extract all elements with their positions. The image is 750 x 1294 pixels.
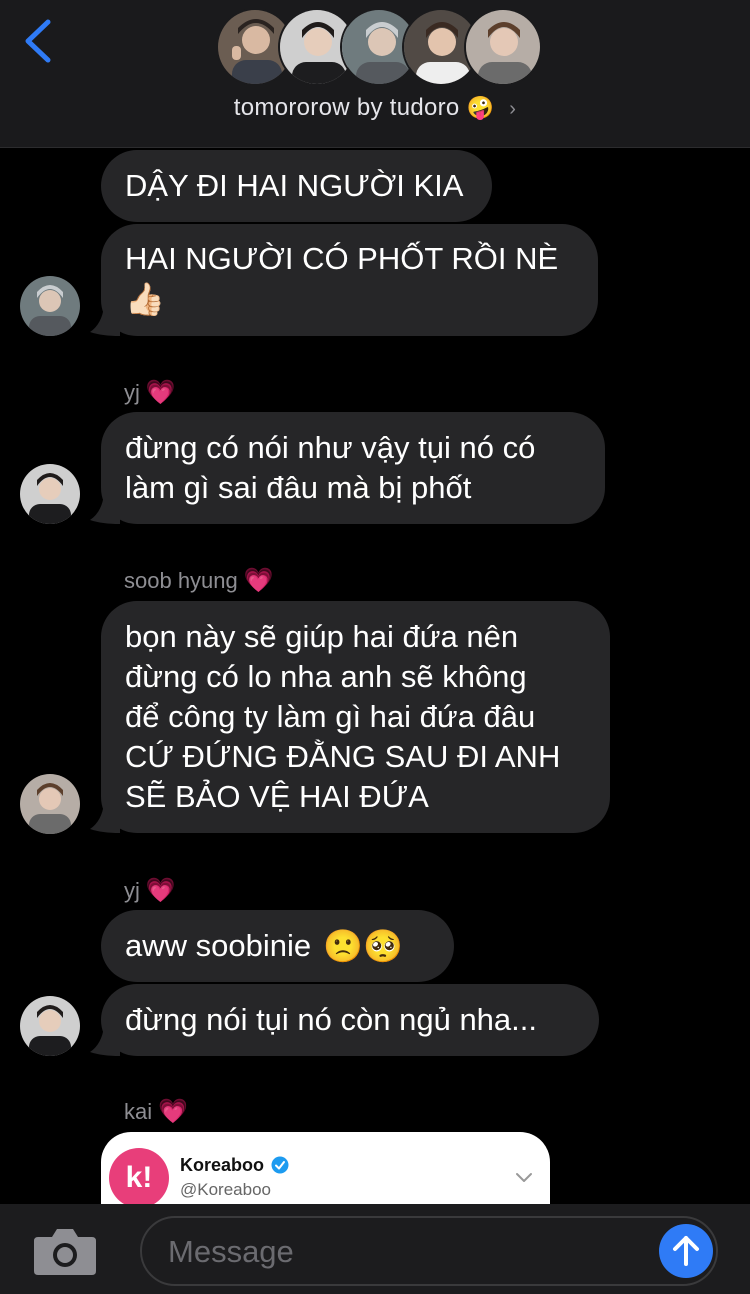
- sender-label: soob hyung 💗: [124, 566, 274, 594]
- avatar[interactable]: [20, 464, 80, 524]
- heart-emoji: 💗: [145, 876, 176, 904]
- zany-face-emoji: 🤪: [466, 96, 495, 121]
- arrow-up-icon: [673, 1236, 699, 1266]
- chevron-right-icon: ›: [509, 98, 517, 120]
- verified-badge-icon: [271, 1156, 289, 1174]
- sender-label: yj 💗: [124, 876, 176, 904]
- member-avatar: [464, 8, 542, 86]
- message-bubble[interactable]: aww soobinie 🙁🥺: [101, 910, 454, 982]
- composer-bar: Message: [0, 1204, 750, 1294]
- koreaboo-logo: k!: [109, 1148, 169, 1208]
- sender-label: yj 💗: [124, 378, 176, 406]
- message-placeholder: Message: [168, 1234, 294, 1269]
- bubble-tail: [90, 803, 120, 833]
- chevron-down-icon[interactable]: [515, 1172, 533, 1184]
- thumbs-up-emoji: 👍🏻: [125, 280, 165, 318]
- avatar[interactable]: [20, 996, 80, 1056]
- message-bubble[interactable]: đừng nói tụi nó còn ngủ nha...: [101, 984, 599, 1056]
- heart-emoji: 💗: [243, 566, 274, 594]
- account-handle: @Koreaboo: [180, 1180, 271, 1199]
- group-title[interactable]: tomororow by tudoro 🤪 ›: [0, 94, 750, 122]
- send-button[interactable]: [659, 1224, 713, 1278]
- bubble-tail: [90, 1026, 120, 1056]
- heart-emoji: 💗: [145, 378, 176, 406]
- group-name: tomororow by tudoro: [233, 94, 460, 121]
- frowning-face-emoji: 🙁🥺: [323, 927, 403, 965]
- conversation-header: tomororow by tudoro 🤪 ›: [0, 0, 750, 148]
- group-avatars[interactable]: [216, 8, 542, 88]
- message-bubble[interactable]: bọn này sẽ giúp hai đứa nên đừng có lo n…: [101, 601, 610, 833]
- avatar[interactable]: [20, 276, 80, 336]
- bubble-tail: [90, 306, 120, 336]
- message-bubble[interactable]: HAI NGƯỜI CÓ PHỐT RỒI NÈ 👍🏻: [101, 224, 598, 336]
- message-bubble[interactable]: đừng có nói như vậy tụi nó có làm gì sai…: [101, 412, 605, 524]
- chevron-left-icon[interactable]: [20, 18, 60, 64]
- heart-emoji: 💗: [158, 1097, 189, 1125]
- avatar[interactable]: [20, 774, 80, 834]
- message-input[interactable]: Message: [140, 1216, 718, 1286]
- account-name: Koreaboo: [180, 1155, 289, 1176]
- bubble-tail: [90, 494, 120, 524]
- camera-icon[interactable]: [32, 1225, 98, 1277]
- message-bubble[interactable]: DẬY ĐI HAI NGƯỜI KIA: [101, 150, 492, 222]
- sender-label: kai 💗: [124, 1097, 189, 1125]
